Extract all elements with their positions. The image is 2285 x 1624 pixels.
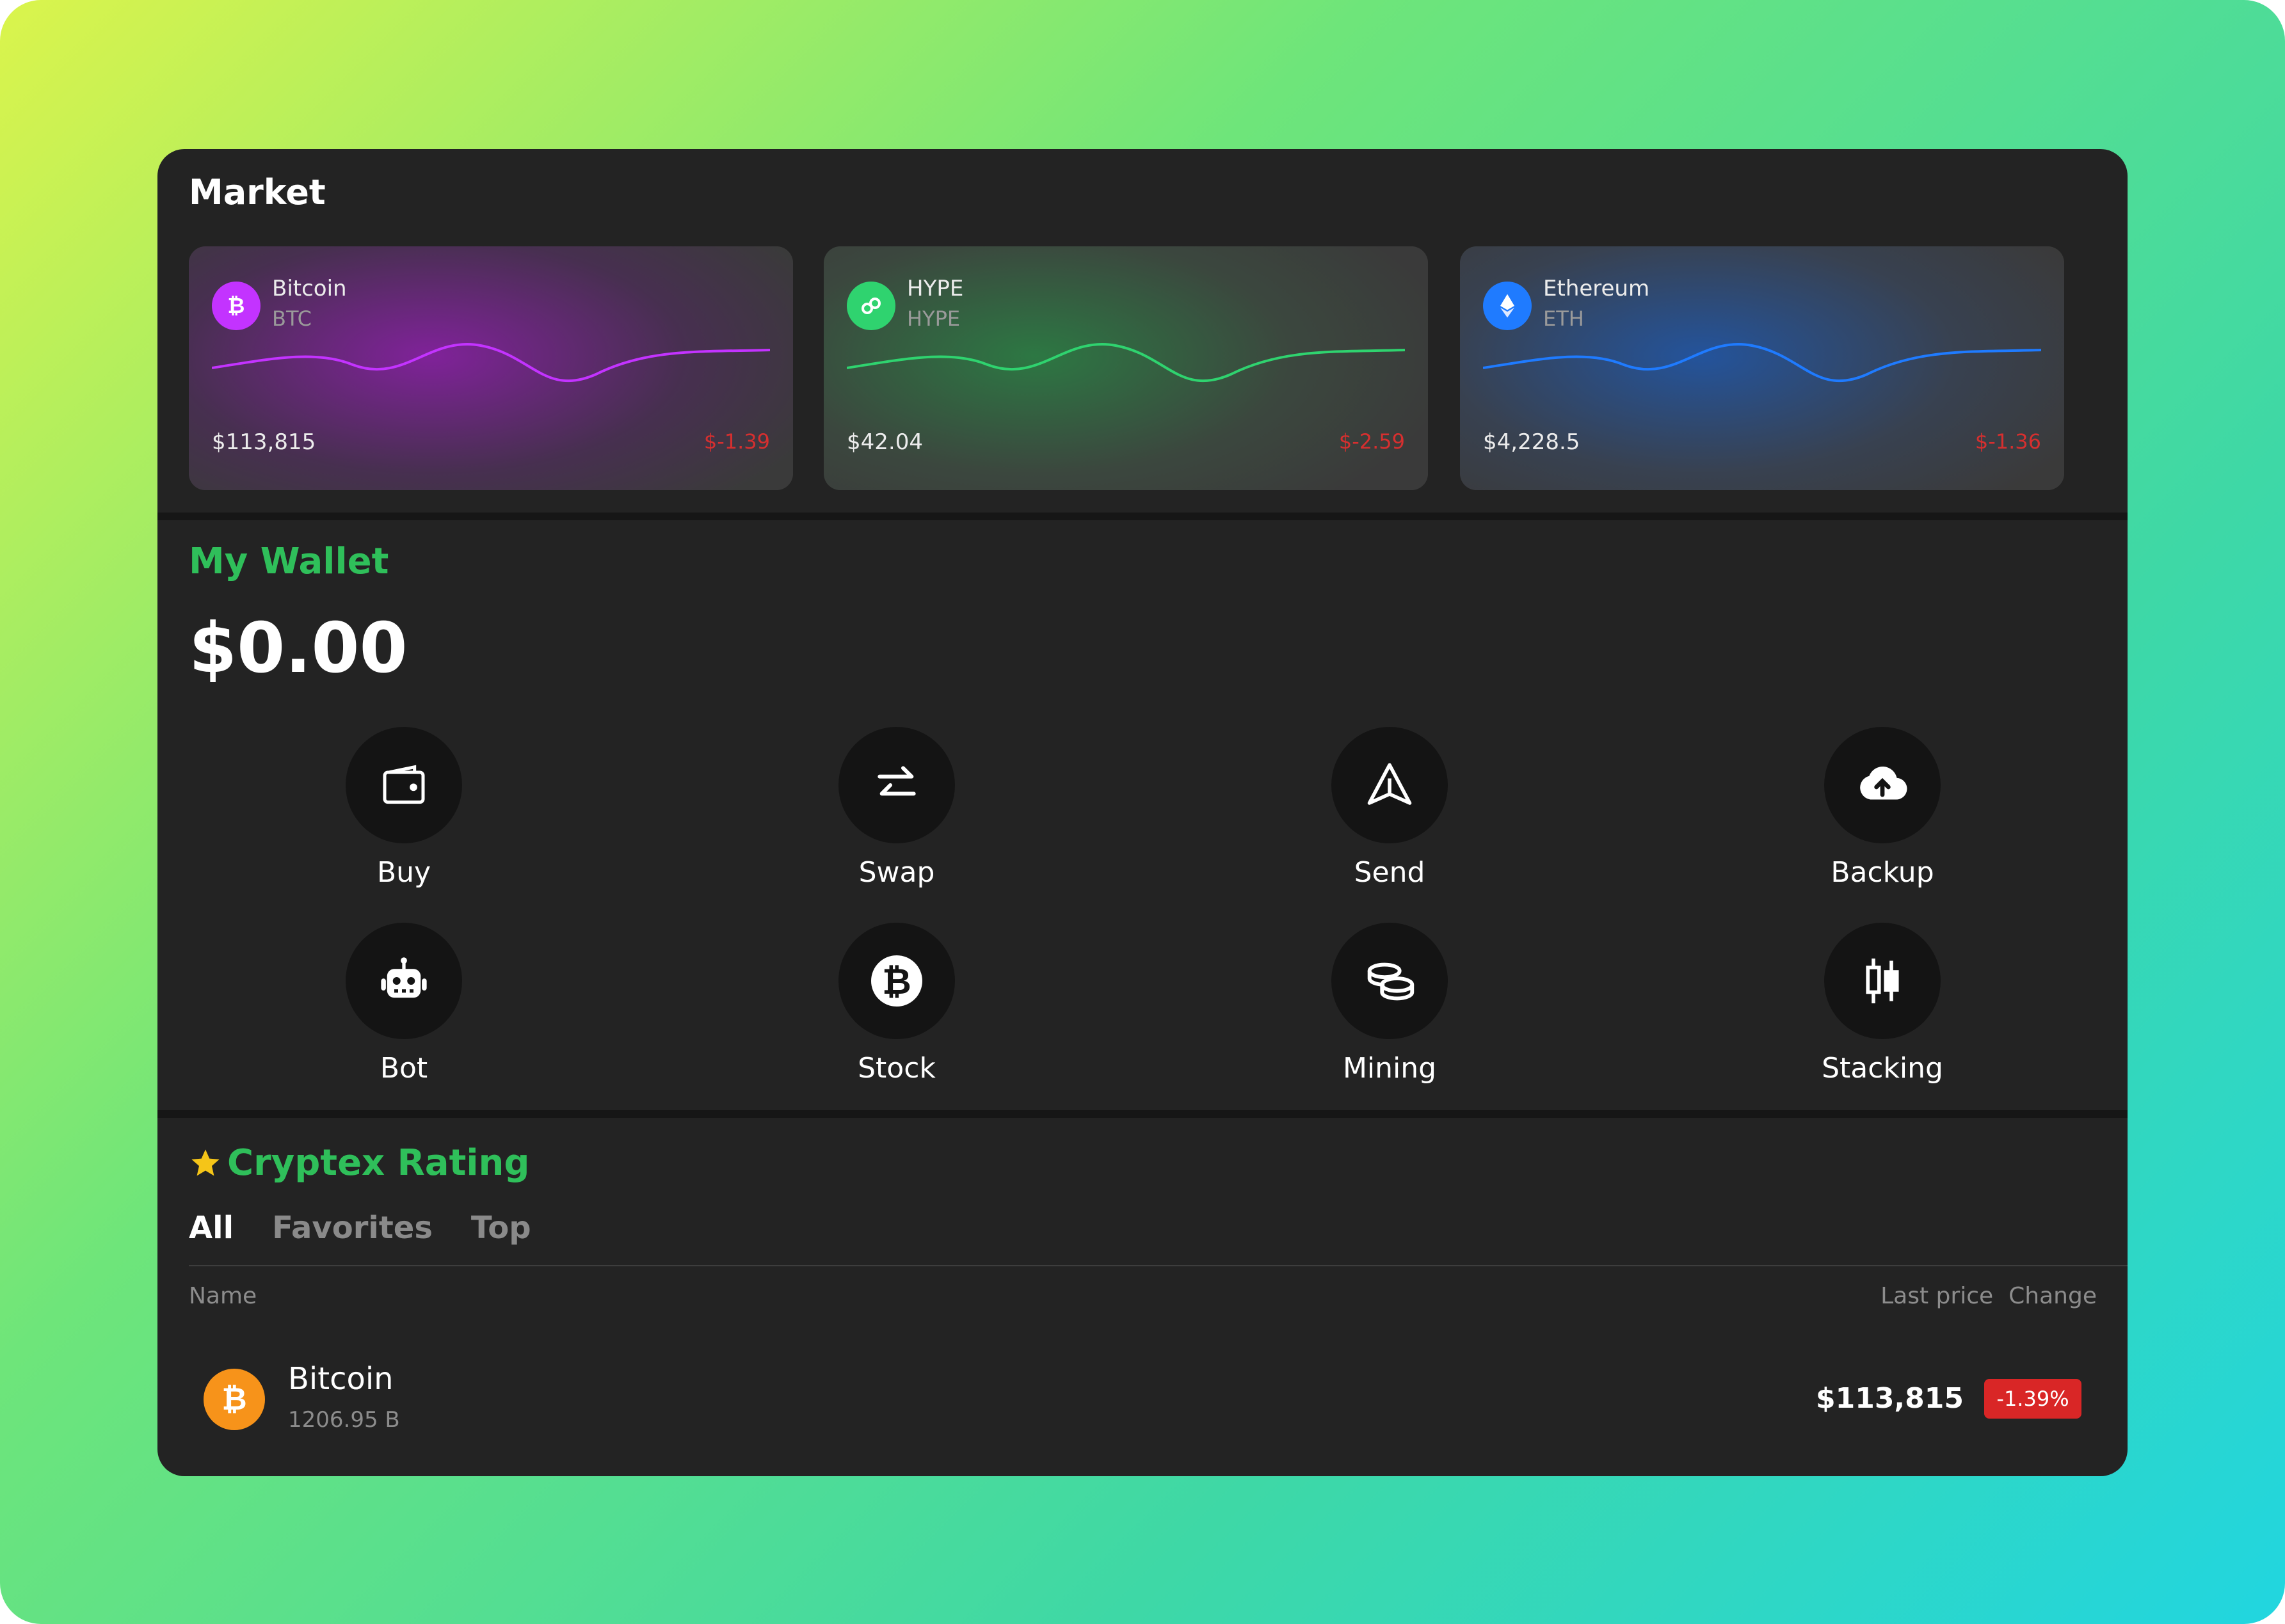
action-label: Swap <box>858 856 935 889</box>
change-badge: -1.39% <box>1984 1379 2081 1419</box>
candlestick-icon <box>1824 923 1941 1039</box>
coin-price: $113,815 <box>212 429 316 455</box>
column-header-name: Name <box>189 1283 257 1309</box>
action-label: Stock <box>858 1052 936 1085</box>
coin-symbol: BTC <box>272 306 312 331</box>
action-label: Stacking <box>1822 1052 1943 1085</box>
wallet-title: My Wallet <box>189 541 389 582</box>
star-icon <box>191 1149 220 1175</box>
market-card-hype[interactable]: HYPE HYPE $42.04 $-2.59 <box>824 246 1428 490</box>
coin-change: $-2.59 <box>1338 429 1405 454</box>
coin-price: $42.04 <box>847 429 923 455</box>
market-card-ethereum[interactable]: Ethereum ETH $4,228.5 $-1.36 <box>1460 246 2064 490</box>
rating-tabs: All Favorites Top <box>189 1210 531 1246</box>
section-divider <box>157 1110 2128 1118</box>
svg-text:₿: ₿ <box>882 961 911 1003</box>
action-label: Mining <box>1342 1052 1437 1085</box>
tab-top[interactable]: Top <box>471 1210 531 1246</box>
bitcoin-icon: ₿ <box>838 923 955 1039</box>
svg-text:₿: ₿ <box>228 293 245 318</box>
svg-text:₿: ₿ <box>221 1381 246 1417</box>
tabs-divider <box>189 1265 2128 1266</box>
action-label: Buy <box>376 856 431 889</box>
swap-arrows-icon <box>838 727 955 843</box>
tab-favorites[interactable]: Favorites <box>272 1210 433 1246</box>
send-button[interactable]: Send <box>1294 727 1486 889</box>
coin-name: HYPE <box>907 276 964 301</box>
buy-button[interactable]: Buy <box>308 727 500 889</box>
rating-header: Cryptex Rating <box>189 1142 530 1184</box>
column-headers-right: Last price Change <box>1880 1283 2097 1309</box>
sparkline-bitcoin <box>212 343 770 383</box>
column-header-change: Change <box>2008 1283 2097 1309</box>
stock-button[interactable]: ₿ Stock <box>801 923 993 1085</box>
mining-button[interactable]: Mining <box>1294 923 1486 1085</box>
coin-symbol: HYPE <box>907 306 961 331</box>
sparkline-hype <box>847 343 1405 383</box>
row-coin-name: Bitcoin <box>288 1361 394 1397</box>
market-title: Market <box>189 172 326 212</box>
coins-icon <box>1331 923 1448 1039</box>
tab-all[interactable]: All <box>189 1210 234 1246</box>
coin-name: Bitcoin <box>272 276 347 301</box>
action-label: Bot <box>380 1052 428 1085</box>
action-label: Backup <box>1831 856 1934 889</box>
bot-button[interactable]: Bot <box>308 923 500 1085</box>
row-coin-amount: 1206.95 B <box>288 1407 400 1433</box>
column-header-last-price: Last price <box>1880 1283 1994 1309</box>
coin-change: $-1.36 <box>1975 429 2041 454</box>
robot-icon <box>346 923 462 1039</box>
market-card-bitcoin[interactable]: ₿ Bitcoin BTC $113,815 $-1.39 <box>189 246 793 490</box>
backup-button[interactable]: Backup <box>1786 727 1978 889</box>
bitcoin-icon: ₿ <box>212 282 261 330</box>
stacking-button[interactable]: Stacking <box>1786 923 1978 1085</box>
rating-title: Cryptex Rating <box>227 1142 530 1184</box>
cloud-upload-icon <box>1824 727 1941 843</box>
crypto-dashboard: Market ₿ Bitcoin BTC $113,815 $-1.39 HYP… <box>157 149 2128 1476</box>
coin-price: $4,228.5 <box>1483 429 1580 455</box>
wallet-balance: $0.00 <box>189 609 408 689</box>
coin-symbol: ETH <box>1543 306 1584 331</box>
swap-button[interactable]: Swap <box>801 727 993 889</box>
sparkline-ethereum <box>1483 343 2041 383</box>
section-divider <box>157 513 2128 520</box>
bitcoin-icon: ₿ <box>204 1369 265 1430</box>
coin-change: $-1.39 <box>703 429 770 454</box>
send-icon <box>1331 727 1448 843</box>
ethereum-icon <box>1483 282 1532 330</box>
row-last-price: $113,815 <box>1815 1382 1964 1415</box>
hype-icon <box>847 282 895 330</box>
action-label: Send <box>1354 856 1425 889</box>
coin-name: Ethereum <box>1543 276 1650 301</box>
wallet-icon <box>346 727 462 843</box>
